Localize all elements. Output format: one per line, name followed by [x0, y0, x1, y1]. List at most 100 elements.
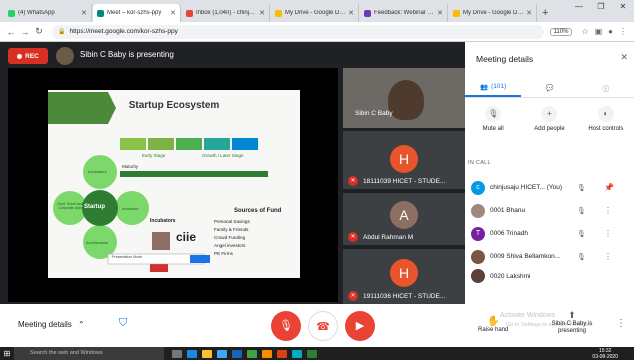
chevron-up-icon: ⌃: [78, 320, 85, 329]
leave-call-button[interactable]: ☎: [308, 311, 338, 341]
browser-tab-drive-2[interactable]: My Drive - Google Drive ✕: [449, 4, 537, 22]
avatar: [471, 203, 485, 218]
extension-icon[interactable]: ▣: [595, 27, 603, 36]
reload-icon[interactable]: ↻: [32, 26, 46, 37]
slide-graphics: [48, 92, 268, 272]
meet-stage: REC Sibin C Baby is presenting Startup E…: [0, 42, 465, 304]
pin-icon[interactable]: 📌: [604, 183, 614, 192]
participant-row[interactable]: 0009 Shiva Bellamkon... 🎙 ⋮: [465, 245, 634, 268]
close-tab-icon[interactable]: ✕: [259, 9, 265, 17]
task-view-icon[interactable]: [172, 349, 182, 358]
avatar: [471, 249, 485, 264]
tab-label: (4) WhatsApp: [18, 10, 55, 16]
mute-all-button[interactable]: 🎙 Mute all: [465, 106, 521, 144]
back-icon[interactable]: ←: [4, 27, 18, 37]
folder-icon[interactable]: [202, 349, 212, 358]
tab-info[interactable]: ⓘ: [578, 78, 634, 97]
shield-icon[interactable]: ⛉: [116, 317, 130, 333]
edge-icon[interactable]: [187, 349, 197, 358]
petal-accelerators: Accelerators: [86, 240, 109, 245]
mic-off-icon: 🎙: [279, 320, 293, 332]
more-options-icon[interactable]: ⋮: [604, 229, 612, 238]
excel-icon[interactable]: [307, 349, 317, 358]
close-tab-icon[interactable]: ✕: [81, 9, 87, 17]
camera-off-icon: ▶: [355, 320, 365, 332]
more-options-icon[interactable]: ⋮: [604, 252, 612, 261]
toggle-icon: ◐: [597, 106, 614, 122]
close-window-icon[interactable]: ✕: [612, 2, 634, 11]
close-tab-icon[interactable]: ✕: [348, 9, 354, 17]
logo-text: ciie: [176, 230, 197, 244]
participant-tile-abdul[interactable]: A ✕ Abdul Rahman M: [343, 193, 465, 245]
zoom-indicator[interactable]: 110%: [549, 27, 573, 36]
chrome-icon[interactable]: [247, 349, 257, 358]
forward-icon[interactable]: →: [18, 27, 32, 37]
store-icon[interactable]: [217, 349, 227, 358]
host-controls-button[interactable]: ◐ Host controls: [578, 106, 634, 144]
avatar: [471, 269, 485, 283]
meeting-details-button[interactable]: Meeting details ⌃: [18, 320, 85, 329]
whatsapp-icon: [8, 9, 15, 17]
browser-tab-inbox[interactable]: Inbox (1,040) - chinjusaj ✕: [182, 4, 270, 22]
photos-icon[interactable]: [292, 349, 302, 358]
minimize-icon[interactable]: —: [568, 2, 590, 11]
participant-row[interactable]: 0001 Bhanu 🎙 ⋮: [465, 199, 634, 222]
add-people-button[interactable]: + Add people: [521, 106, 577, 144]
tab-people[interactable]: 👥 (101): [465, 78, 522, 97]
presenting-button[interactable]: ⬆ Sibin C Baby is presenting: [548, 310, 596, 335]
close-icon[interactable]: ✕: [620, 52, 628, 63]
participant-row[interactable]: 0020 Lakshmi: [465, 268, 634, 284]
participant-tile-19111036[interactable]: H ✕ 19111036 HICET - STUDE...: [343, 249, 465, 304]
taskbar-search-field[interactable]: Search the web and Windows: [14, 347, 164, 360]
close-tab-icon[interactable]: ✕: [170, 9, 176, 17]
mic-off-icon[interactable]: 🎙: [577, 253, 586, 261]
meeting-details-panel: Meeting details ✕ 👥 (101) 💬 ⓘ 🎙 Mute all…: [465, 42, 634, 347]
url-field[interactable]: 🔒 https://meet.google.com/kor-szhs-ppy: [52, 24, 544, 39]
participant-avatar: H: [390, 145, 418, 173]
camera-toggle-button[interactable]: ▶: [345, 311, 375, 341]
account-icon[interactable]: ●: [608, 27, 613, 36]
present-screen-icon: ⬆: [568, 310, 576, 320]
fund-item: Crowd Funding: [214, 235, 246, 240]
maximize-icon[interactable]: ❐: [590, 2, 612, 11]
menu-icon[interactable]: ⋮: [619, 27, 627, 36]
star-icon[interactable]: ☆: [581, 27, 588, 36]
participant-tile-18111039[interactable]: H ✕ 18111039 HICET - STUDE...: [343, 131, 465, 189]
app-window: (4) WhatsApp ✕ Meet – kor-szhs-ppy ✕ Inb…: [0, 0, 634, 360]
participant-avatar: H: [390, 259, 418, 287]
petal-incubators: Incubators: [88, 169, 107, 174]
participant-row[interactable]: c chinjusaju HICET... (You) 🎙 📌: [465, 176, 634, 199]
tab-label: My Drive - Google Drive: [285, 10, 347, 16]
participant-row[interactable]: T 0006 Trinadh 🎙 ⋮: [465, 222, 634, 245]
presenting-text: Sibin C Baby is presenting: [80, 50, 174, 59]
powerpoint-icon[interactable]: [277, 349, 287, 358]
panel-tabs: 👥 (101) 💬 ⓘ: [465, 78, 634, 98]
mic-off-icon[interactable]: 🎙: [577, 207, 586, 215]
taskbar-clock[interactable]: 15:32 03-08-2020: [592, 348, 618, 360]
presenting-label: Sibin C Baby is presenting: [551, 321, 593, 334]
fund-item: Personal Savings: [214, 219, 250, 224]
new-tab-button[interactable]: +: [542, 4, 548, 22]
more-options-icon[interactable]: ⋮: [604, 206, 612, 215]
close-tab-icon[interactable]: ✕: [526, 9, 532, 17]
action-label: Add people: [534, 126, 565, 132]
close-tab-icon[interactable]: ✕: [437, 9, 443, 17]
tile-name: 18111039 HICET - STUDE...: [363, 178, 446, 185]
drive-icon: [453, 9, 460, 17]
word-icon[interactable]: [232, 349, 242, 358]
meeting-control-bar: Meeting details ⌃ ⛉ 🎙 ☎ ▶ Activate Windo…: [0, 304, 634, 347]
more-options-icon[interactable]: ⋮: [616, 318, 626, 329]
participant-tile-sibin[interactable]: Sibin C Baby: [343, 68, 465, 128]
browser-tab-feedback[interactable]: Feedback: Webinar on E ✕: [360, 4, 448, 22]
fund-item: PE Firms: [214, 251, 233, 256]
browser-tab-drive[interactable]: My Drive - Google Drive ✕: [271, 4, 359, 22]
browser-tab-whatsapp[interactable]: (4) WhatsApp ✕: [4, 4, 92, 22]
firefox-icon[interactable]: [262, 349, 272, 358]
tab-chat[interactable]: 💬: [521, 78, 577, 97]
mic-off-icon[interactable]: 🎙: [577, 184, 586, 192]
raise-hand-button[interactable]: ✋ Raise hand: [478, 316, 508, 333]
windows-start-icon[interactable]: ⊞: [0, 349, 14, 358]
browser-tab-meet[interactable]: Meet – kor-szhs-ppy ✕: [93, 4, 181, 22]
microphone-toggle-button[interactable]: 🎙: [271, 311, 301, 341]
mic-off-icon[interactable]: 🎙: [577, 230, 586, 238]
